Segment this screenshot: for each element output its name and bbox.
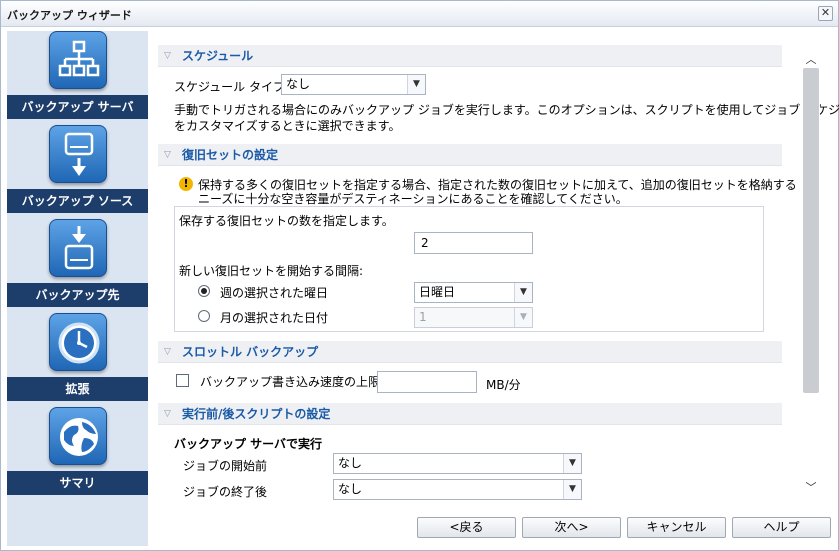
recovery-warning-line2: ニーズに十分な空き容量がデスティネーションにあることを確認してください。 [198,192,628,206]
scroll-down-icon[interactable]: ﹀ [802,479,820,494]
schedule-description-line1: 手動でトリガされる場合にのみバックアップ ジョブを実行します。このオプションは、… [174,103,839,117]
chevron-down-icon: ▼ [563,454,581,473]
nav-item-backup-source[interactable]: バックアップ ソース [7,125,148,219]
drive-arrow-down-icon [49,125,107,183]
throttle-unit: MB/分 [486,378,521,392]
back-button[interactable]: <戻る [417,517,516,538]
close-button[interactable]: ✕ [818,6,833,21]
warning-icon: ! [179,177,193,191]
weekday-radio[interactable] [198,285,210,297]
schedule-description-line2: をカスタマイズするときに選択できます。 [174,119,401,133]
monthday-select[interactable]: 1 ▼ [414,307,533,328]
section-recovery-header[interactable]: ▽ 復旧セットの設定 [158,144,782,166]
nav-label-advanced: 拡張 [7,377,148,401]
recovery-count-label: 保存する復旧セットの数を指定します。 [179,214,394,228]
collapse-triangle-icon: ▽ [164,409,171,419]
nav-label-backup-source: バックアップ ソース [7,189,148,213]
monthday-radio[interactable] [198,310,210,322]
wizard-nav: バックアップ サーバ バックアップ ソース バックアップ先 拡張 サマリ [7,31,148,546]
scroll-up-icon[interactable]: ︿ [802,51,820,66]
recovery-interval-label: 新しい復旧セットを開始する間隔: [179,264,364,278]
collapse-triangle-icon: ▽ [164,51,171,61]
script-before-label: ジョブの開始前 [183,459,268,473]
script-before-select[interactable]: なし ▼ [333,453,582,474]
section-schedule-header[interactable]: ▽ スケジュール [158,45,782,67]
weekday-label: 週の選択された曜日 [220,286,329,300]
backup-wizard-window: バックアップ ウィザード ✕ バックアップ サーバ バックアップ ソース バック… [0,0,839,551]
scripts-subheader: バックアップ サーバで実行 [174,437,323,451]
settings-panel: ▽ スケジュール スケジュール タイプ なし ▼ 手動でトリガされる場合にのみバ… [148,31,839,509]
scrollbar-thumb[interactable] [803,68,819,393]
section-throttle-header[interactable]: ▽ スロットル バックアップ [158,341,782,363]
nav-item-advanced[interactable]: 拡張 [7,313,148,407]
section-recovery-title: 復旧セットの設定 [182,148,279,162]
section-schedule-title: スケジュール [182,49,254,63]
section-scripts-header[interactable]: ▽ 実行前/後スクリプトの設定 [158,403,782,425]
section-scripts-title: 実行前/後スクリプトの設定 [182,407,331,421]
help-button[interactable]: ヘルプ [732,517,831,538]
window-title: バックアップ ウィザード [7,9,132,22]
weekday-select[interactable]: 日曜日 ▼ [414,282,533,303]
weekday-value: 日曜日 [419,285,456,299]
globe-icon [49,407,107,465]
collapse-triangle-icon: ▽ [164,150,171,160]
next-button[interactable]: 次へ> [522,517,621,538]
script-before-value: なし [338,456,363,470]
nav-item-backup-destination[interactable]: バックアップ先 [7,219,148,313]
nav-label-backup-server: バックアップ サーバ [7,95,148,119]
chevron-down-icon: ▼ [514,283,532,302]
chevron-down-icon: ▼ [407,75,425,94]
chevron-down-icon: ▼ [563,480,581,499]
cancel-button[interactable]: キャンセル [627,517,726,538]
recovery-count-input[interactable]: 2 [414,232,533,254]
chevron-down-icon: ▼ [514,308,532,327]
throttle-checkbox[interactable] [176,374,189,387]
monthday-label: 月の選択された日付 [220,311,329,325]
throttle-limit-input[interactable] [377,371,477,393]
schedule-type-select[interactable]: なし ▼ [281,74,426,95]
clock-icon [49,313,107,371]
nav-label-backup-destination: バックアップ先 [7,283,148,307]
nav-item-summary[interactable]: サマリ [7,407,148,501]
section-throttle-title: スロットル バックアップ [182,345,319,359]
monthday-value: 1 [419,310,427,324]
schedule-type-value: なし [286,77,311,91]
server-tree-icon [49,31,107,89]
script-after-value: なし [338,482,363,496]
title-bar: バックアップ ウィザード ✕ [1,1,838,27]
throttle-limit-label: バックアップ書き込み速度の上限: [200,375,385,389]
drive-arrow-in-icon [49,219,107,277]
nav-item-backup-server[interactable]: バックアップ サーバ [7,31,148,125]
nav-label-summary: サマリ [7,471,148,495]
collapse-triangle-icon: ▽ [164,347,171,357]
script-after-select[interactable]: なし ▼ [333,479,582,500]
schedule-type-label: スケジュール タイプ [174,80,285,94]
script-after-label: ジョブの終了後 [183,485,268,499]
